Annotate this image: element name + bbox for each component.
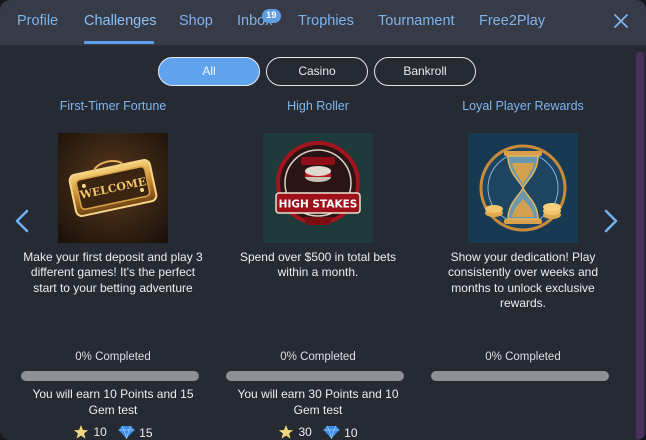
close-icon[interactable] <box>611 11 631 31</box>
hourglass-coins-icon <box>468 133 578 243</box>
tab-tournament[interactable]: Tournament <box>378 13 455 29</box>
tab-profile[interactable]: Profile <box>17 13 58 29</box>
filter-all-button[interactable]: All <box>158 57 260 86</box>
points-stat: 30 <box>278 424 312 440</box>
progress-label: 0% Completed <box>485 351 561 363</box>
progress-label: 0% Completed <box>280 351 356 363</box>
reward-text: You will earn 30 Points and 10 Gem test <box>237 387 399 417</box>
challenges-window: Profile Challenges Shop Inbox 19 Trophie… <box>0 0 646 440</box>
top-nav: Profile Challenges Shop Inbox 19 Trophie… <box>0 0 646 46</box>
progress-bar <box>226 371 404 381</box>
scrollbar-thumb[interactable] <box>636 52 644 440</box>
gems-stat: 15 <box>118 425 153 440</box>
reward-stats: 10 15 <box>18 424 208 440</box>
points-stat: 10 <box>73 424 107 440</box>
challenge-card-loyal-player[interactable]: Loyal Player Rewards Show your dedicatio… <box>428 96 618 440</box>
tab-shop[interactable]: Shop <box>179 13 213 29</box>
star-icon <box>279 425 294 439</box>
progress-label: 0% Completed <box>75 351 151 363</box>
tab-challenges[interactable]: Challenges <box>84 13 157 29</box>
challenge-description: Make your first deposit and play 3 diffe… <box>23 250 203 295</box>
gem-icon <box>323 426 340 440</box>
inbox-count-badge: 19 <box>262 9 281 23</box>
star-icon <box>74 425 89 439</box>
challenge-title: Loyal Player Rewards <box>462 99 584 113</box>
challenge-title: High Roller <box>287 99 349 113</box>
high-stakes-badge-icon: HIGH STAKES <box>263 133 373 243</box>
high-stakes-text: HIGH STAKES <box>279 199 358 211</box>
tab-free2play[interactable]: Free2Play <box>479 13 545 29</box>
reward-stats: 30 10 <box>223 424 413 440</box>
challenge-card-first-timer[interactable]: First-Timer Fortune WELCOME Make your fi… <box>18 96 208 440</box>
progress-bar <box>431 371 609 381</box>
reward-text: You will earn 10 Points and 15 Gem test <box>32 387 194 417</box>
progress-bar <box>21 371 199 381</box>
gem-icon <box>118 426 135 440</box>
active-tab-indicator <box>84 41 154 44</box>
filter-bankroll-button[interactable]: Bankroll <box>374 57 476 86</box>
challenge-description: Show your dedication! Play consistently … <box>447 250 599 310</box>
challenge-description: Spend over $500 in total bets within a m… <box>239 250 397 280</box>
challenge-title: First-Timer Fortune <box>59 99 167 113</box>
challenge-card-high-roller[interactable]: High Roller HIGH STAKES Spend over $500 … <box>223 96 413 440</box>
gems-stat: 10 <box>323 425 358 440</box>
filter-casino-button[interactable]: Casino <box>266 57 368 86</box>
tab-trophies[interactable]: Trophies <box>298 13 354 29</box>
welcome-sign-icon: WELCOME <box>58 133 168 243</box>
